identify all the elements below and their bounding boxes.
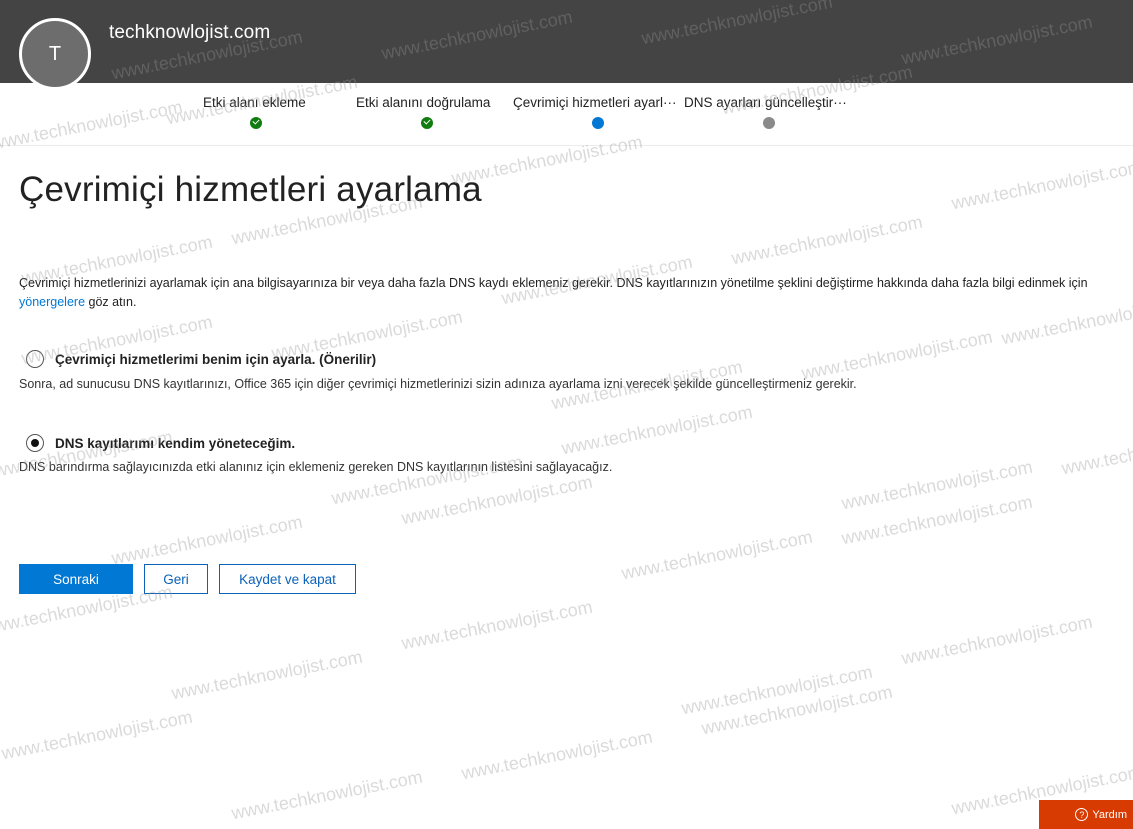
watermark-text: www.techknowlojist.com [799,326,995,384]
step-update-dns: DNS ayarları güncelleştir··· [684,95,847,110]
step-add-domain: Etki alanı ekleme [203,95,306,110]
watermark-text: www.techknowlojist.com [459,726,655,784]
watermark-text: www.techknowlojist.com [0,706,195,764]
guidelines-link[interactable]: yönergelere [19,295,85,309]
watermark-text: www.techknowlojist.com [399,596,595,654]
step-pending-dot-icon [763,117,775,129]
step-verify-domain: Etki alanını doğrulama [356,95,491,110]
back-button[interactable]: Geri [144,564,208,594]
radio-manual-dns[interactable] [26,434,44,452]
option-manual-dns[interactable]: DNS kayıtlarımı kendim yöneteceğim. [26,434,295,452]
watermark-text: www.techknowlojist.com [899,611,1095,669]
watermark-text: www.techknowlojist.com [109,511,305,569]
watermark-text: www.techknowlojist.com [399,471,595,529]
domain-title: techknowlojist.com [109,22,271,43]
watermark-text: www.techknowlojist.com [169,646,365,704]
watermark-text: www.techknowlojist.com [559,401,755,459]
setup-page: techknowlojist.com T Etki alanı ekleme E… [0,0,1133,829]
watermark-text: www.techknowlojist.com [1059,421,1133,479]
watermark-text: www.techknowlojist.com [229,766,425,824]
next-button[interactable]: Sonraki [19,564,133,594]
intro-line1: Çevrimiçi hizmetlerinizi ayarlamak için … [19,276,1088,290]
step-setup-services: Çevrimiçi hizmetleri ayarl··· [513,95,677,110]
option-manual-dns-description: DNS barındırma sağlayıcınızda etki alanı… [19,460,613,474]
option-auto-setup[interactable]: Çevrimiçi hizmetlerimi benim için ayarla… [26,350,376,368]
question-circle-icon: ? [1075,808,1089,821]
option-manual-dns-label: DNS kayıtlarımı kendim yöneteceğim. [55,435,296,451]
avatar[interactable]: T [19,18,91,90]
save-close-button[interactable]: Kaydet ve kapat [219,564,356,594]
watermark-text: www.techknowlojist.com [839,491,1035,549]
intro-text: Çevrimiçi hizmetlerinizi ayarlamak için … [19,274,1133,312]
step-done-check-icon [250,117,262,129]
intro-line2: göz atın. [85,295,137,309]
top-header: techknowlojist.com [0,0,1133,83]
page-title: Çevrimiçi hizmetleri ayarlama [19,170,482,209]
wizard-steps: Etki alanı ekleme Etki alanını doğrulama… [0,83,1133,146]
watermark-text: www.techknowlojist.com [729,211,925,269]
step-current-dot-icon [592,117,604,129]
radio-auto-setup[interactable] [26,350,44,368]
help-button[interactable]: ? Yardım [1039,800,1133,829]
watermark-text: www.techknowlojist.com [839,456,1035,514]
help-label: Yardım [1092,808,1127,821]
step-done-check-icon [421,117,433,129]
watermark-text: www.techknowlojist.com [679,661,875,719]
option-auto-setup-label: Çevrimiçi hizmetlerimi benim için ayarla… [55,351,377,367]
option-auto-setup-description: Sonra, ad sunucusu DNS kayıtlarınızı, Of… [19,377,857,391]
watermark-text: www.techknowlojist.com [619,526,815,584]
watermark-text: www.techknowlojist.com [699,681,895,739]
watermark-text: www.techknowlojist.com [949,156,1133,214]
